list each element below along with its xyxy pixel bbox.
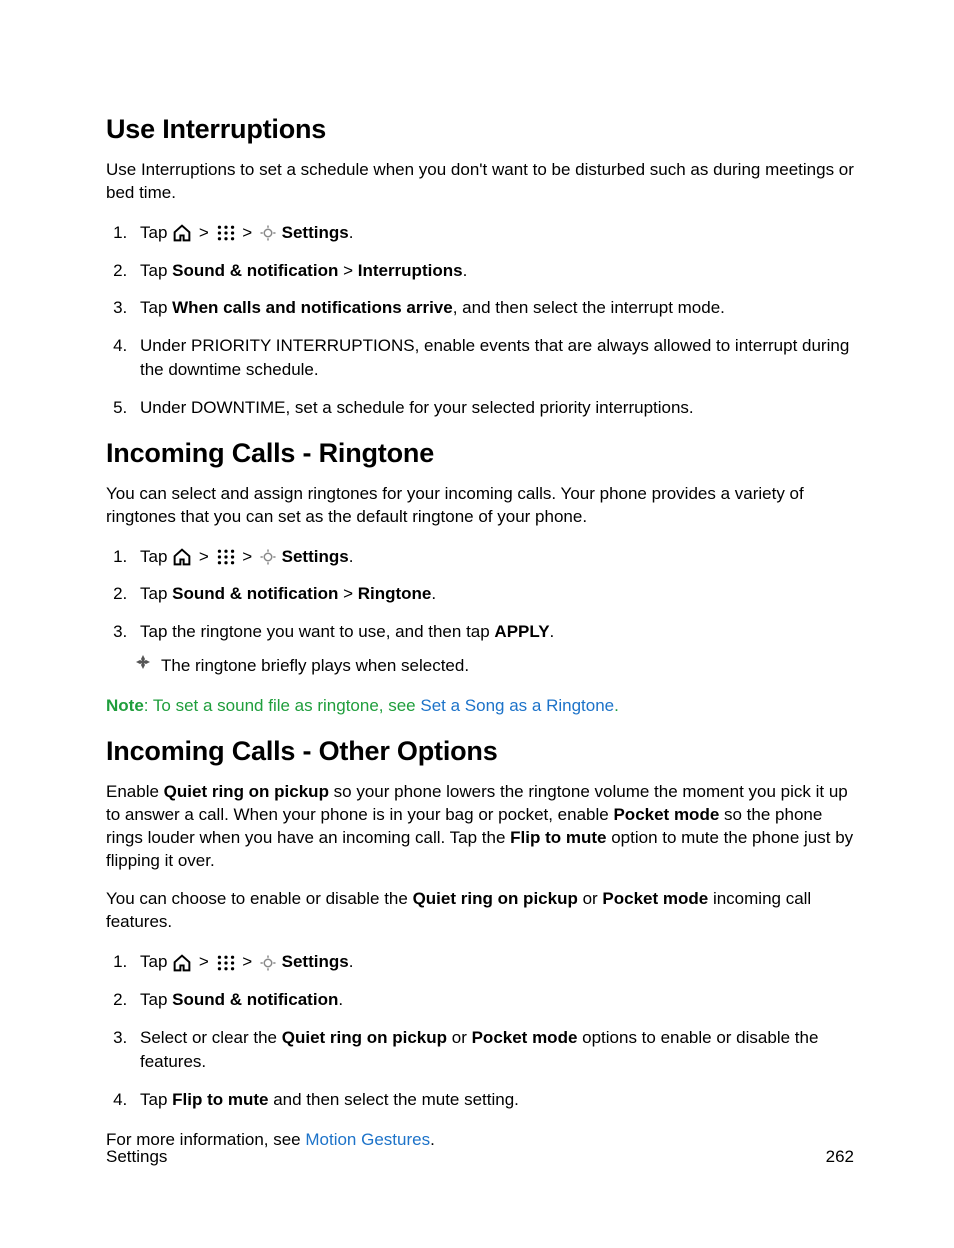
b: Sound & notification	[172, 261, 338, 280]
heading-use-interruptions: Use Interruptions	[106, 114, 854, 145]
t: Tap	[140, 298, 172, 317]
footer-section-name: Settings	[106, 1147, 167, 1167]
b: Flip to mute	[510, 828, 606, 847]
page-footer: Settings 262	[106, 1147, 854, 1167]
b: Quiet ring on pickup	[413, 889, 578, 908]
step: Tap Sound & notification > Ringtone.	[132, 582, 854, 606]
b: Pocket mode	[472, 1028, 578, 1047]
t: .	[550, 622, 555, 641]
step: Tap > > Settings.	[132, 221, 854, 245]
step-text: Tap	[140, 952, 172, 971]
t: and then select the mute setting.	[268, 1090, 518, 1109]
step-text: Tap	[140, 223, 172, 242]
step: Tap Sound & notification > Interruptions…	[132, 259, 854, 283]
step-suffix: .	[349, 223, 354, 242]
step-suffix: .	[349, 952, 354, 971]
intro-use-interruptions: Use Interruptions to set a schedule when…	[106, 159, 854, 205]
b: Pocket mode	[602, 889, 708, 908]
b: Sound & notification	[172, 584, 338, 603]
note-ringtone: Note: To set a sound file as ringtone, s…	[106, 696, 854, 716]
note-text: : To set a sound file as ringtone, see	[144, 696, 421, 715]
apps-grid-icon	[216, 224, 236, 242]
t: , and then select the interrupt mode.	[453, 298, 725, 317]
step-suffix: .	[349, 547, 354, 566]
t: Tap the ringtone you want to use, and th…	[140, 622, 494, 641]
heading-incoming-ringtone: Incoming Calls - Ringtone	[106, 438, 854, 469]
chevron: >	[194, 223, 213, 242]
steps-incoming-ringtone: Tap > > Settings. Tap Sound & notificati…	[106, 545, 854, 678]
page-content: Use Interruptions Use Interruptions to s…	[0, 0, 954, 1248]
step: Tap > > Settings.	[132, 950, 854, 974]
step: Tap the ringtone you want to use, and th…	[132, 620, 854, 678]
settings-label: Settings	[282, 952, 349, 971]
steps-other-options: Tap > > Settings. Tap Sound & notificati…	[106, 950, 854, 1111]
bullet-diamond-icon	[135, 654, 151, 670]
t: Select or clear the	[140, 1028, 282, 1047]
settings-label: Settings	[282, 223, 349, 242]
intro-other-options-2: You can choose to enable or disable the …	[106, 888, 854, 934]
step: Under DOWNTIME, set a schedule for your …	[132, 396, 854, 420]
apps-grid-icon	[216, 548, 236, 566]
t: .	[431, 584, 436, 603]
step: Tap Sound & notification.	[132, 988, 854, 1012]
sub-bullet: The ringtone briefly plays when selected…	[135, 654, 854, 678]
t: or	[447, 1028, 472, 1047]
step: Tap Flip to mute and then select the mut…	[132, 1088, 854, 1112]
t: Tap	[140, 261, 172, 280]
apps-grid-icon	[216, 954, 236, 972]
t: Tap	[140, 990, 172, 1009]
home-icon	[172, 954, 192, 972]
step-text: Tap	[140, 547, 172, 566]
settings-gear-icon	[259, 224, 277, 242]
step: Under PRIORITY INTERRUPTIONS, enable eve…	[132, 334, 854, 382]
steps-use-interruptions: Tap > > Settings. Tap Sound & notificati…	[106, 221, 854, 420]
home-icon	[172, 548, 192, 566]
settings-gear-icon	[259, 954, 277, 972]
t: Enable	[106, 782, 164, 801]
step: Tap When calls and notifications arrive,…	[132, 296, 854, 320]
step: Select or clear the Quiet ring on pickup…	[132, 1026, 854, 1074]
t: .	[463, 261, 468, 280]
t: >	[338, 261, 357, 280]
t: .	[338, 990, 343, 1009]
step: Tap > > Settings.	[132, 545, 854, 569]
settings-label: Settings	[282, 547, 349, 566]
t: >	[338, 584, 357, 603]
settings-gear-icon	[259, 548, 277, 566]
t: You can choose to enable or disable the	[106, 889, 413, 908]
b: Quiet ring on pickup	[164, 782, 329, 801]
intro-incoming-ringtone: You can select and assign ringtones for …	[106, 483, 854, 529]
b: Flip to mute	[172, 1090, 268, 1109]
t: Tap	[140, 584, 172, 603]
heading-other-options: Incoming Calls - Other Options	[106, 736, 854, 767]
footer-page-number: 262	[826, 1147, 854, 1167]
b: Interruptions	[358, 261, 463, 280]
b: Ringtone	[358, 584, 432, 603]
chevron: >	[238, 952, 257, 971]
chevron: >	[238, 547, 257, 566]
b: Sound & notification	[172, 990, 338, 1009]
home-icon	[172, 224, 192, 242]
intro-other-options-1: Enable Quiet ring on pickup so your phon…	[106, 781, 854, 873]
sub-text: The ringtone briefly plays when selected…	[161, 654, 469, 678]
note-after: .	[614, 696, 619, 715]
t: or	[578, 889, 603, 908]
b: When calls and notifications arrive	[172, 298, 453, 317]
link-set-song-ringtone[interactable]: Set a Song as a Ringtone	[420, 696, 614, 715]
b: Quiet ring on pickup	[282, 1028, 447, 1047]
b: APPLY	[494, 622, 549, 641]
chevron: >	[194, 547, 213, 566]
t: Tap	[140, 1090, 172, 1109]
chevron: >	[194, 952, 213, 971]
b: Pocket mode	[613, 805, 719, 824]
chevron: >	[238, 223, 257, 242]
note-label: Note	[106, 696, 144, 715]
